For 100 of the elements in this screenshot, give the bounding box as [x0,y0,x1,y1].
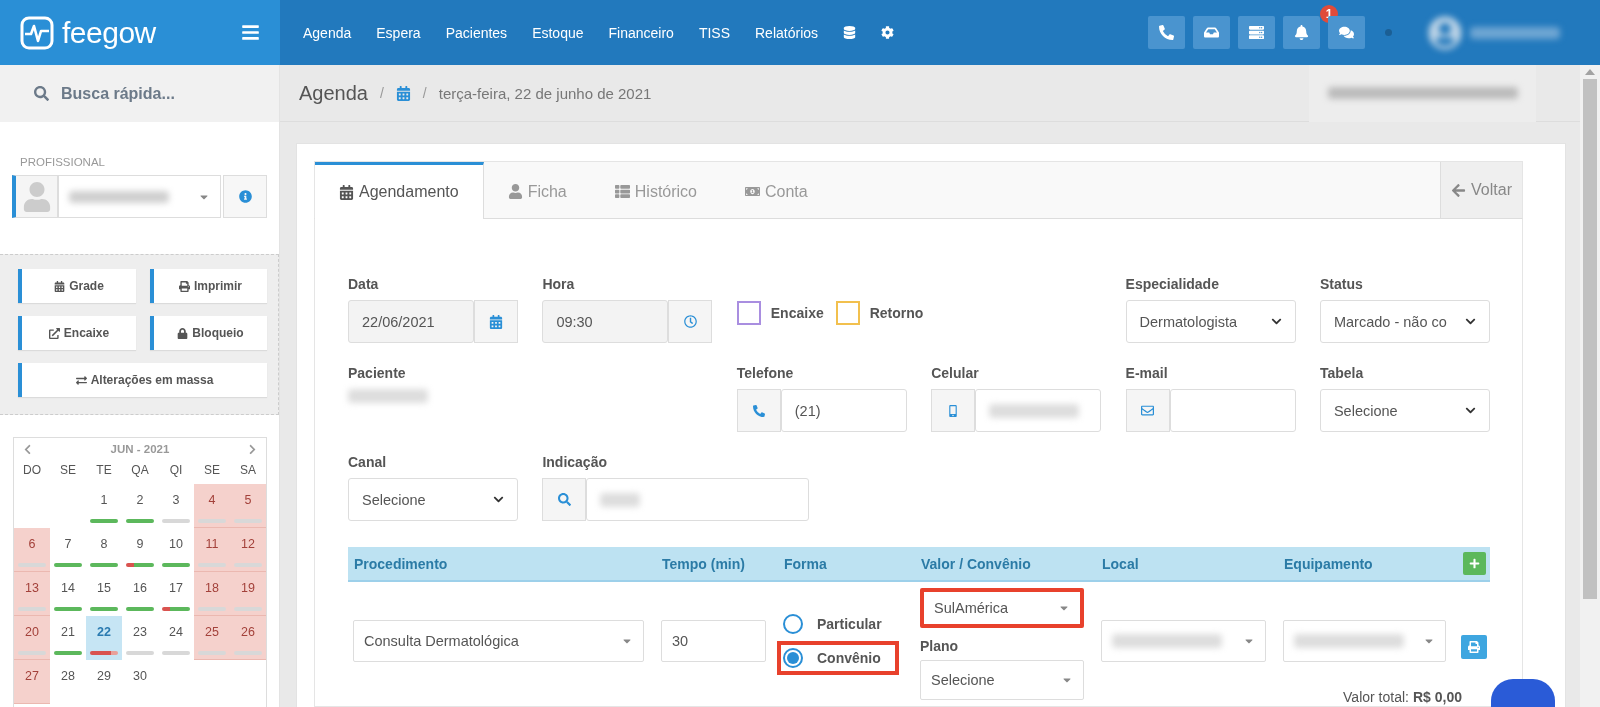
printer-icon [179,280,190,292]
checkbox[interactable] [835,300,860,325]
chevron-down-icon [493,494,504,505]
info-icon [238,190,252,203]
field-label: Plano [920,638,960,655]
sidebar-action-button[interactable]: Grade [18,269,136,303]
column-header: Local [1096,547,1278,582]
mobile-icon [947,404,960,417]
breadcrumb-separator: / [379,85,384,101]
channel-select[interactable]: Selecione [348,478,518,521]
referral-field[interactable] [586,478,810,521]
sidebar-action-button[interactable]: Imprimir [150,269,267,303]
calendar-day[interactable]: 5 [230,484,266,528]
radio-button[interactable] [783,614,803,634]
sidebar-action-button[interactable]: Alterações em massa [18,363,267,397]
weekday-label: TE [95,462,113,479]
field-label: Paciente [348,365,407,381]
nav-link[interactable]: Financeiro [608,24,674,41]
tab[interactable]: Agendamento [315,162,484,219]
checkbox[interactable] [736,300,761,325]
nav-link[interactable]: Estoque [532,24,584,41]
scrollbar-thumb[interactable] [1583,79,1597,599]
menu-icon[interactable] [241,23,260,42]
header-button[interactable] [1238,16,1275,49]
search-button[interactable] [542,478,587,521]
sidebar-action-button[interactable]: Bloqueio [150,316,267,350]
calendar-day[interactable]: 26 [230,616,266,660]
duration-field[interactable]: 30 [661,620,766,662]
professional-select[interactable] [58,175,221,218]
section-label: PROFISSIONAL [20,156,106,168]
email-button[interactable] [1125,389,1170,432]
weekday-label: DO [22,462,42,479]
breadcrumb-date: terça-feira, 22 de junho de 2021 [438,84,652,102]
nav-link[interactable]: Espera [376,24,421,41]
weekday-label: QA [130,462,150,479]
specialty-select[interactable]: Dermatologista [1125,300,1296,343]
info-button[interactable] [223,175,267,218]
radio-option[interactable]: Convênio [777,641,899,675]
field-label: Celular [931,365,980,381]
calendar-day[interactable]: 13 [14,572,50,616]
quick-search-field[interactable]: Busca rápida... [0,65,279,122]
add-button[interactable] [1462,552,1486,575]
field-label: Indicação [542,454,608,470]
print-button[interactable] [1461,635,1487,659]
date-field[interactable]: 22/06/2021 [348,300,474,343]
total-value: R$ 0,00 [1412,690,1462,704]
phone-field[interactable]: (21) [780,389,907,432]
header-button[interactable] [1193,16,1230,49]
nav-link[interactable]: TISS [698,24,730,41]
phone-icon [752,404,765,417]
envelope-icon [1141,404,1155,417]
calendar-day[interactable]: 12 [230,528,266,572]
arrow-left-icon [1451,182,1467,198]
phone-icon [1159,25,1174,40]
banknote-icon [745,184,760,199]
list-icon [614,184,630,199]
calendar-day[interactable]: 19 [230,572,266,616]
inbox-icon [1204,25,1219,40]
next-month-icon[interactable] [247,443,258,455]
email-field[interactable] [1169,389,1296,432]
chevron-down-icon [1464,316,1476,327]
calendar-day[interactable]: 18 [194,572,230,616]
redacted-text [600,492,641,507]
mobile-field[interactable] [975,389,1102,432]
nav-link[interactable]: Agenda [303,24,352,41]
arrows-icon [75,374,87,386]
calendar-day[interactable]: 6 [14,528,50,572]
sidebar-action-button[interactable]: Encaixe [18,316,136,350]
procedure-select[interactable]: Consulta Dermatológica [353,620,644,662]
calendar-day[interactable]: 27 [14,660,50,704]
lock-icon [177,327,189,339]
previous-month-icon[interactable] [22,443,33,455]
nav-link[interactable]: Pacientes [445,24,508,41]
avatar-icon[interactable] [1428,15,1462,50]
nav-link[interactable]: Relatórios [755,24,819,41]
header-button[interactable] [1328,16,1365,49]
weekday-label: QI [168,462,184,479]
calendar-day[interactable]: 20 [14,616,50,660]
insurance-select[interactable]: SulAmérica [920,588,1084,629]
search-icon [557,493,571,506]
header-button[interactable] [1283,16,1320,49]
header-button[interactable] [1148,16,1185,49]
clock-button[interactable] [668,300,713,343]
breadcrumb-title[interactable]: Agenda [299,81,368,105]
radio-option[interactable]: Particular [777,607,899,641]
field-label: Especialidade [1125,276,1220,292]
calendar-day[interactable]: 22 [86,616,122,660]
time-field[interactable]: 09:30 [542,300,669,343]
calendar-icon[interactable] [395,85,411,101]
calendar-button[interactable] [474,300,518,343]
table-select[interactable]: Selecione [1319,389,1490,432]
radio-button[interactable] [783,648,803,668]
phone-button[interactable] [736,389,781,432]
mobile-button[interactable] [931,389,976,432]
status-select[interactable]: Marcado - não co [1319,300,1490,343]
plan-select[interactable]: Selecione [920,660,1084,700]
calendar-day[interactable]: 4 [194,484,230,528]
calendar-day[interactable]: 25 [194,616,230,660]
total-label: Valor total: [1343,690,1409,704]
calendar-day[interactable]: 11 [194,528,230,572]
